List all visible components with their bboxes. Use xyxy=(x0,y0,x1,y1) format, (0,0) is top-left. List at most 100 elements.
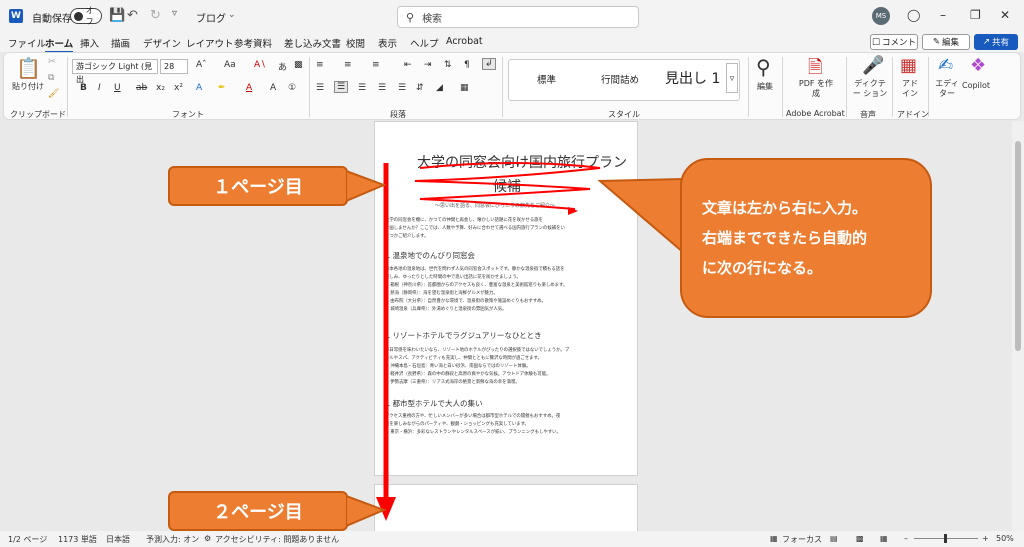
style-normal[interactable]: 標準 xyxy=(537,72,556,86)
zoom-slider-thumb[interactable] xyxy=(944,534,947,543)
scrollbar-thumb[interactable] xyxy=(1015,141,1021,351)
print-layout-icon[interactable]: ▩ xyxy=(856,534,864,543)
edit-group-label[interactable]: 編集 xyxy=(757,81,773,92)
editor-label[interactable]: エディ ター xyxy=(934,79,960,99)
case-icon[interactable]: Aa xyxy=(224,60,236,70)
word-count[interactable]: 1173 単語 xyxy=(58,534,97,545)
microphone-icon[interactable]: 🎤 xyxy=(862,55,884,76)
save-icon[interactable]: 💾 xyxy=(109,8,125,23)
read-mode-icon[interactable]: ▤ xyxy=(830,534,838,543)
font-color-icon[interactable]: A xyxy=(246,83,252,93)
align-left-icon[interactable]: ☰ xyxy=(316,83,324,93)
clear-format-icon[interactable]: A∖ xyxy=(254,60,266,70)
align-right-icon[interactable]: ☰ xyxy=(358,83,366,93)
web-layout-icon[interactable]: ▦ xyxy=(880,534,888,543)
style-no-spacing[interactable]: 行間詰め xyxy=(601,72,639,86)
find-icon[interactable]: ⚲ xyxy=(756,55,771,79)
underline-icon[interactable]: U xyxy=(114,83,121,93)
format-painter-icon[interactable]: 🖌 xyxy=(48,89,59,99)
restore-icon[interactable]: ❐ xyxy=(970,8,981,22)
zoom-in-icon[interactable]: + xyxy=(982,534,989,543)
zoom-out-icon[interactable]: – xyxy=(904,534,908,543)
bold-icon[interactable]: B xyxy=(80,83,87,93)
decrease-indent-icon[interactable]: ⇤ xyxy=(404,60,412,70)
tab-insert[interactable]: 挿入 xyxy=(80,36,99,50)
copy-icon[interactable]: ⧉ xyxy=(48,73,54,83)
language[interactable]: 日本語 xyxy=(106,534,130,545)
superscript-icon[interactable]: x² xyxy=(174,83,183,93)
addins-icon[interactable]: ▦ xyxy=(900,55,917,76)
tab-view[interactable]: 表示 xyxy=(378,36,397,50)
layout-option-icon[interactable]: ↲ xyxy=(482,58,496,70)
zoom-level[interactable]: 50% xyxy=(996,534,1014,543)
italic-icon[interactable]: I xyxy=(98,83,101,93)
subscript-icon[interactable]: x₂ xyxy=(156,83,165,93)
tab-layout[interactable]: レイアウト xyxy=(186,36,234,50)
undo-icon[interactable]: ↶ xyxy=(127,8,138,23)
tab-mailings[interactable]: 差し込み文書 xyxy=(284,36,341,50)
highlight-icon[interactable]: ✒ xyxy=(218,83,226,93)
tab-review[interactable]: 校閲 xyxy=(346,36,365,50)
font-name-select[interactable]: 游ゴシック Light (見出 xyxy=(72,59,158,84)
tab-file[interactable]: ファイル xyxy=(8,36,46,50)
copilot-label[interactable]: Copilot xyxy=(962,81,990,90)
strike-icon[interactable]: ab xyxy=(136,83,147,93)
font-size-select[interactable]: 28 xyxy=(160,59,188,74)
chevron-down-icon[interactable]: ⌄ xyxy=(228,10,236,20)
char-shading-icon[interactable]: A xyxy=(270,83,276,93)
customize-qat-icon[interactable]: ▿ xyxy=(172,8,177,19)
increase-indent-icon[interactable]: ⇥ xyxy=(424,60,432,70)
editing-mode-button[interactable]: ✎ 編集 xyxy=(922,34,970,50)
bullets-icon[interactable]: ≡ xyxy=(316,60,324,70)
tab-references[interactable]: 参考資料 xyxy=(234,36,272,50)
redo-icon[interactable]: ↻ xyxy=(150,8,161,23)
document-name[interactable]: ブログ xyxy=(196,10,226,25)
avatar[interactable]: MS xyxy=(872,7,890,25)
multilevel-icon[interactable]: ≡ xyxy=(372,60,380,70)
tab-acrobat[interactable]: Acrobat xyxy=(446,36,483,47)
separator xyxy=(928,57,929,117)
line-spacing-icon[interactable]: ⇵ xyxy=(416,83,424,93)
distribute-icon[interactable]: ☰ xyxy=(398,83,406,93)
minimize-icon[interactable]: – xyxy=(940,8,946,22)
copilot-icon[interactable]: ❖ xyxy=(970,55,986,76)
share-button[interactable]: ↗ 共有 xyxy=(974,34,1018,50)
align-center-icon[interactable]: ☰ xyxy=(334,81,349,93)
editor-icon[interactable]: ✍ xyxy=(938,55,953,76)
separator xyxy=(502,57,503,117)
accessibility-status[interactable]: アクセシビリティ: 問題ありません xyxy=(215,534,339,545)
focus-mode[interactable]: フォーカス xyxy=(782,534,822,545)
tab-home[interactable]: ホーム xyxy=(45,36,74,53)
enclose-char-icon[interactable]: ① xyxy=(288,83,296,93)
justify-icon[interactable]: ☰ xyxy=(378,83,386,93)
predictive-text[interactable]: 予測入力: オン xyxy=(146,534,199,545)
close-icon[interactable]: ✕ xyxy=(1000,8,1010,22)
shading-icon[interactable]: ◢ xyxy=(436,83,443,93)
document-canvas[interactable]: 大学の同窓会向け国内旅行プラン 候補 ～思い出を語る、同窓会にぴったりの旅先をご… xyxy=(0,121,1012,544)
cut-icon[interactable]: ✂ xyxy=(48,57,56,67)
phonetic-icon[interactable]: あ xyxy=(278,60,287,73)
comment-button[interactable]: □ コメント xyxy=(870,34,918,50)
style-heading1[interactable]: 見出し 1 xyxy=(665,68,720,88)
text-effects-icon[interactable]: A xyxy=(196,83,202,93)
tab-help[interactable]: ヘルプ xyxy=(410,36,439,50)
tab-design[interactable]: デザイン xyxy=(143,36,181,50)
search-box[interactable]: ⚲ 検索 xyxy=(397,6,639,28)
dictate-label[interactable]: ディクテー ション xyxy=(852,79,888,99)
addins-label[interactable]: アド イン xyxy=(900,79,920,99)
tab-draw[interactable]: 描画 xyxy=(111,36,130,50)
borders-icon[interactable]: ▦ xyxy=(460,83,469,93)
page-count[interactable]: 1/2 ページ xyxy=(8,534,47,545)
lightbulb-icon[interactable]: ◯ xyxy=(907,8,920,22)
numbering-icon[interactable]: ≡ xyxy=(344,60,352,70)
styles-more-icon[interactable]: ▿ xyxy=(726,63,738,93)
vertical-scrollbar[interactable] xyxy=(1012,121,1024,531)
char-border-icon[interactable]: ▩ xyxy=(294,60,303,70)
paste-icon[interactable]: 📋 xyxy=(16,56,41,80)
show-marks-icon[interactable]: ¶ xyxy=(464,60,470,70)
sort-icon[interactable]: ⇅ xyxy=(444,60,452,70)
autosave-toggle[interactable]: オフ xyxy=(70,6,102,26)
paste-label[interactable]: 貼り付け xyxy=(12,81,44,92)
grow-font-icon[interactable]: Aˆ xyxy=(196,60,207,70)
create-pdf-label[interactable]: PDF を作成 xyxy=(796,79,836,99)
